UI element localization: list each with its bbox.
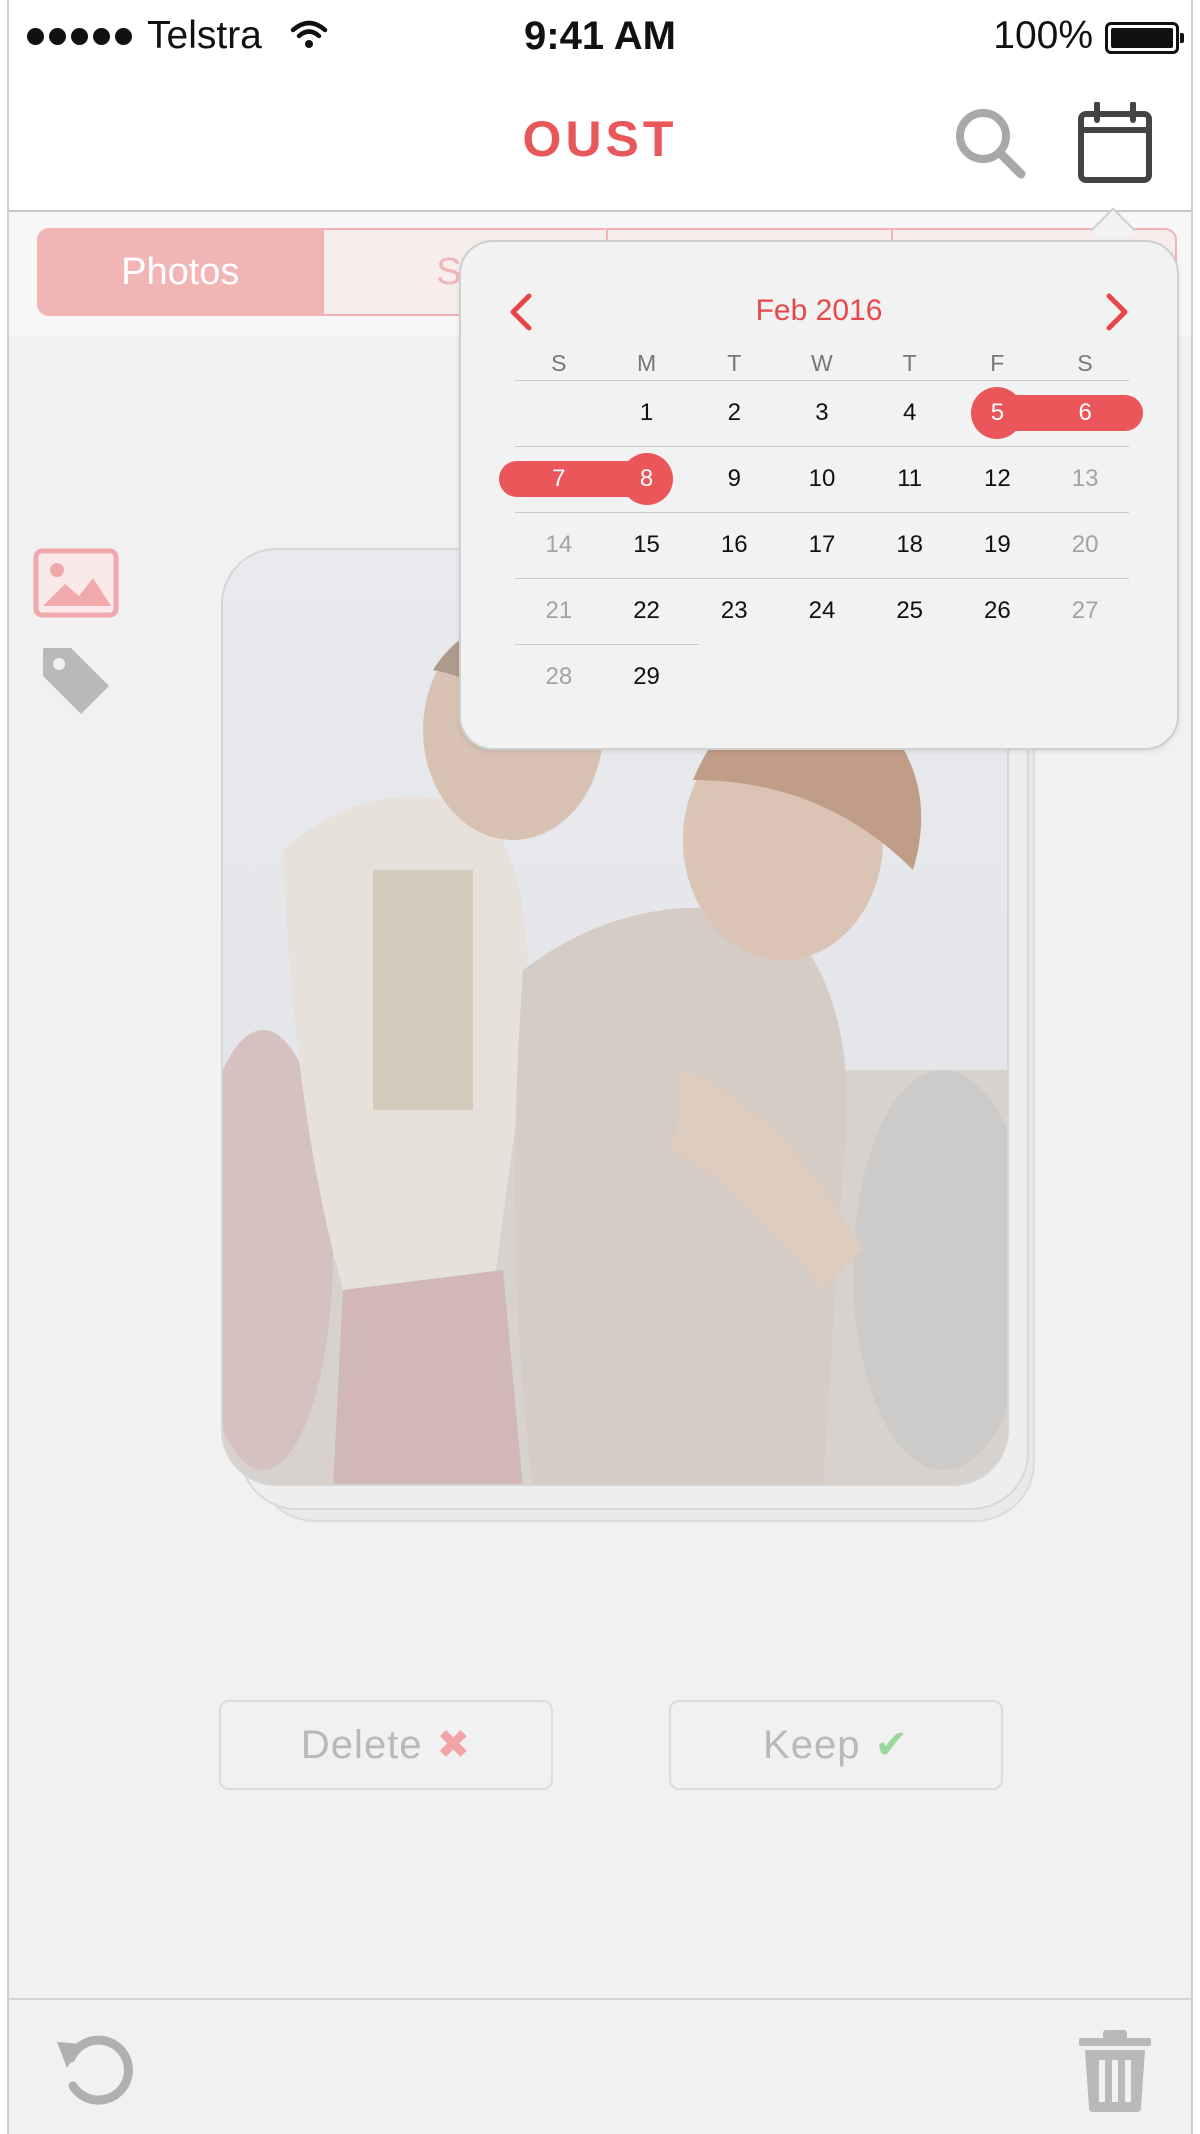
calendar-day-11[interactable]: 11 xyxy=(866,446,954,512)
calendar-month-label: Feb 2016 xyxy=(755,294,883,327)
calendar-day-29[interactable]: 29 xyxy=(603,644,691,710)
tag-icon[interactable] xyxy=(39,644,113,718)
calendar-popover: Feb 2016 SMTWTFS 1 2 3 4 5 6 7 8 9 10 11 12 13 14 15 16… xyxy=(459,240,1179,750)
calendar-day-5[interactable]: 5 xyxy=(954,380,1042,446)
bottom-toolbar xyxy=(9,1998,1191,2134)
weekday-label: T xyxy=(902,350,917,376)
delete-label: Delete xyxy=(300,1722,423,1767)
checkmark-icon: ✔ xyxy=(874,1723,909,1767)
calendar-week-row: 123456 xyxy=(515,380,1143,446)
calendar-day-24[interactable]: 24 xyxy=(778,578,866,644)
search-icon[interactable] xyxy=(951,104,1031,184)
chevron-right-icon[interactable] xyxy=(1105,292,1131,332)
calendar-day-6[interactable]: 6 xyxy=(1041,380,1129,446)
calendar-day-26[interactable]: 26 xyxy=(954,578,1042,644)
calendar-day-2[interactable]: 2 xyxy=(690,380,778,446)
segment-photos[interactable]: Photos xyxy=(39,230,322,314)
weekday-header: SMTWTFS xyxy=(515,350,1129,377)
calendar-day-9[interactable]: 9 xyxy=(690,446,778,512)
calendar-day-1[interactable]: 1 xyxy=(603,380,691,446)
calendar-day-16[interactable]: 16 xyxy=(690,512,778,578)
calendar-day-15[interactable]: 15 xyxy=(603,512,691,578)
calendar-day-7[interactable]: 7 xyxy=(515,446,603,512)
weekday-label: S xyxy=(1077,350,1093,376)
delete-button[interactable]: Delete ✖ xyxy=(219,1700,553,1790)
calendar-day-13[interactable]: 13 xyxy=(1041,446,1129,512)
weekday-label: W xyxy=(811,350,833,376)
calendar-day-12[interactable]: 12 xyxy=(954,446,1042,512)
calendar-day-10[interactable]: 10 xyxy=(778,446,866,512)
image-icon[interactable] xyxy=(33,548,119,618)
calendar-week-row: 28 29 xyxy=(515,644,1129,710)
calendar-day-25[interactable]: 25 xyxy=(866,578,954,644)
weekday-label: M xyxy=(636,350,657,376)
calendar-day-23[interactable]: 23 xyxy=(690,578,778,644)
weekday-label: F xyxy=(990,350,1005,376)
nav-bar: OUST xyxy=(9,72,1191,212)
calendar-day-19[interactable]: 19 xyxy=(954,512,1042,578)
calendar-day-17[interactable]: 17 xyxy=(778,512,866,578)
battery-icon xyxy=(1105,22,1184,54)
calendar-day-18[interactable]: 18 xyxy=(866,512,954,578)
calendar-day-27[interactable]: 27 xyxy=(1041,578,1129,644)
calendar-week-row: 21 22 23 24 25 26 27 xyxy=(515,578,1129,644)
close-icon: ✖ xyxy=(436,1723,472,1767)
calendar-icon[interactable] xyxy=(1077,102,1153,184)
weekday-label: T xyxy=(727,350,742,376)
calendar-day-8[interactable]: 8 xyxy=(603,446,691,512)
keep-label: Keep xyxy=(763,1722,861,1767)
calendar-day-4[interactable]: 4 xyxy=(866,380,954,446)
calendar-day-21[interactable]: 21 xyxy=(515,578,603,644)
undo-icon[interactable] xyxy=(53,2028,137,2112)
calendar-day-14[interactable]: 14 xyxy=(515,512,603,578)
calendar-week-row: 7 8 9 10 11 12 13 xyxy=(499,446,1129,512)
calendar-week-row: 14 15 16 17 18 19 20 xyxy=(515,512,1129,578)
calendar-day-3[interactable]: 3 xyxy=(778,380,866,446)
calendar-day-22[interactable]: 22 xyxy=(603,578,691,644)
keep-button[interactable]: Keep ✔ xyxy=(669,1700,1003,1790)
battery-percentage: 100% xyxy=(993,14,1093,57)
weekday-label: S xyxy=(551,350,567,376)
app-frame: Telstra 9:41 AM 100% OUST Photos Sta xyxy=(7,0,1193,2134)
calendar-day-20[interactable]: 20 xyxy=(1041,512,1129,578)
calendar-day-28[interactable]: 28 xyxy=(515,644,603,710)
status-bar: Telstra 9:41 AM 100% xyxy=(9,0,1191,72)
trash-icon[interactable] xyxy=(1079,2028,1151,2112)
